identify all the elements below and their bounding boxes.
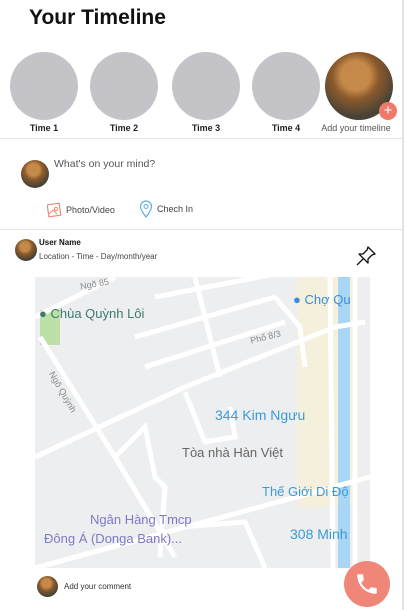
status-input[interactable]: What's on your mind? (54, 158, 155, 170)
story-thumbnail (252, 52, 320, 120)
story-thumbnail (10, 52, 78, 120)
post-user-name[interactable]: User Name (39, 238, 81, 247)
story-item[interactable]: Time 4 (252, 52, 320, 133)
post-meta: Location - Time - Day/month/year (39, 252, 158, 261)
map-label: Đông Á (Donga Bank)... (44, 531, 183, 546)
pin-icon[interactable] (355, 245, 377, 267)
map-label: Thế Giới Di Độ (262, 484, 349, 499)
check-in-label: Chech In (157, 204, 194, 214)
map-label: Ngân Hàng Tmcp (90, 512, 192, 527)
photo-video-button[interactable]: Photo/Video (47, 201, 115, 218)
plus-icon[interactable]: + (379, 102, 397, 120)
map-market-label: ● Chợ Qu (293, 292, 351, 307)
story-label: Time 1 (29, 123, 59, 133)
story-label: Time 2 (109, 123, 139, 133)
map-label: Chùa Quỳnh Lôi (50, 306, 145, 321)
map-label: Chợ Qu (304, 292, 351, 307)
story-item[interactable]: Time 2 (90, 52, 158, 133)
page-title: Your Timeline (29, 6, 166, 29)
photo-icon (47, 202, 62, 218)
story-item[interactable]: Time 3 (172, 52, 240, 133)
phone-icon (357, 574, 377, 594)
comment-avatar (37, 576, 58, 597)
map-preview[interactable]: Ngõ 85 ● Chùa Quỳnh Lôi ● Chợ Qu Phố 8/3… (35, 277, 370, 568)
post-avatar (15, 239, 37, 261)
divider (0, 229, 402, 230)
location-pin-icon (139, 200, 153, 218)
avatar (21, 160, 49, 188)
map-label: 308 Minh (290, 526, 348, 542)
story-item[interactable]: Time 1 (10, 52, 78, 133)
story-thumbnail (172, 52, 240, 120)
story-label: Time 3 (191, 123, 221, 133)
map-label: Tòa nhà Hàn Việt (182, 445, 283, 460)
call-button[interactable] (344, 561, 390, 607)
add-timeline-label: Add your timeline (321, 123, 391, 133)
photo-video-label: Photo/Video (66, 204, 115, 215)
story-thumbnail (90, 52, 158, 120)
check-in-button[interactable]: Chech In (139, 200, 193, 218)
map-label: 344 Kim Ngưu (215, 407, 306, 423)
map-pagoda-label: ● Chùa Quỳnh Lôi (39, 306, 145, 321)
story-label: Time 4 (271, 123, 301, 133)
add-timeline-button[interactable]: + Add your timeline (321, 52, 397, 133)
comment-input[interactable]: Add your comment (64, 582, 131, 591)
divider (0, 138, 402, 139)
